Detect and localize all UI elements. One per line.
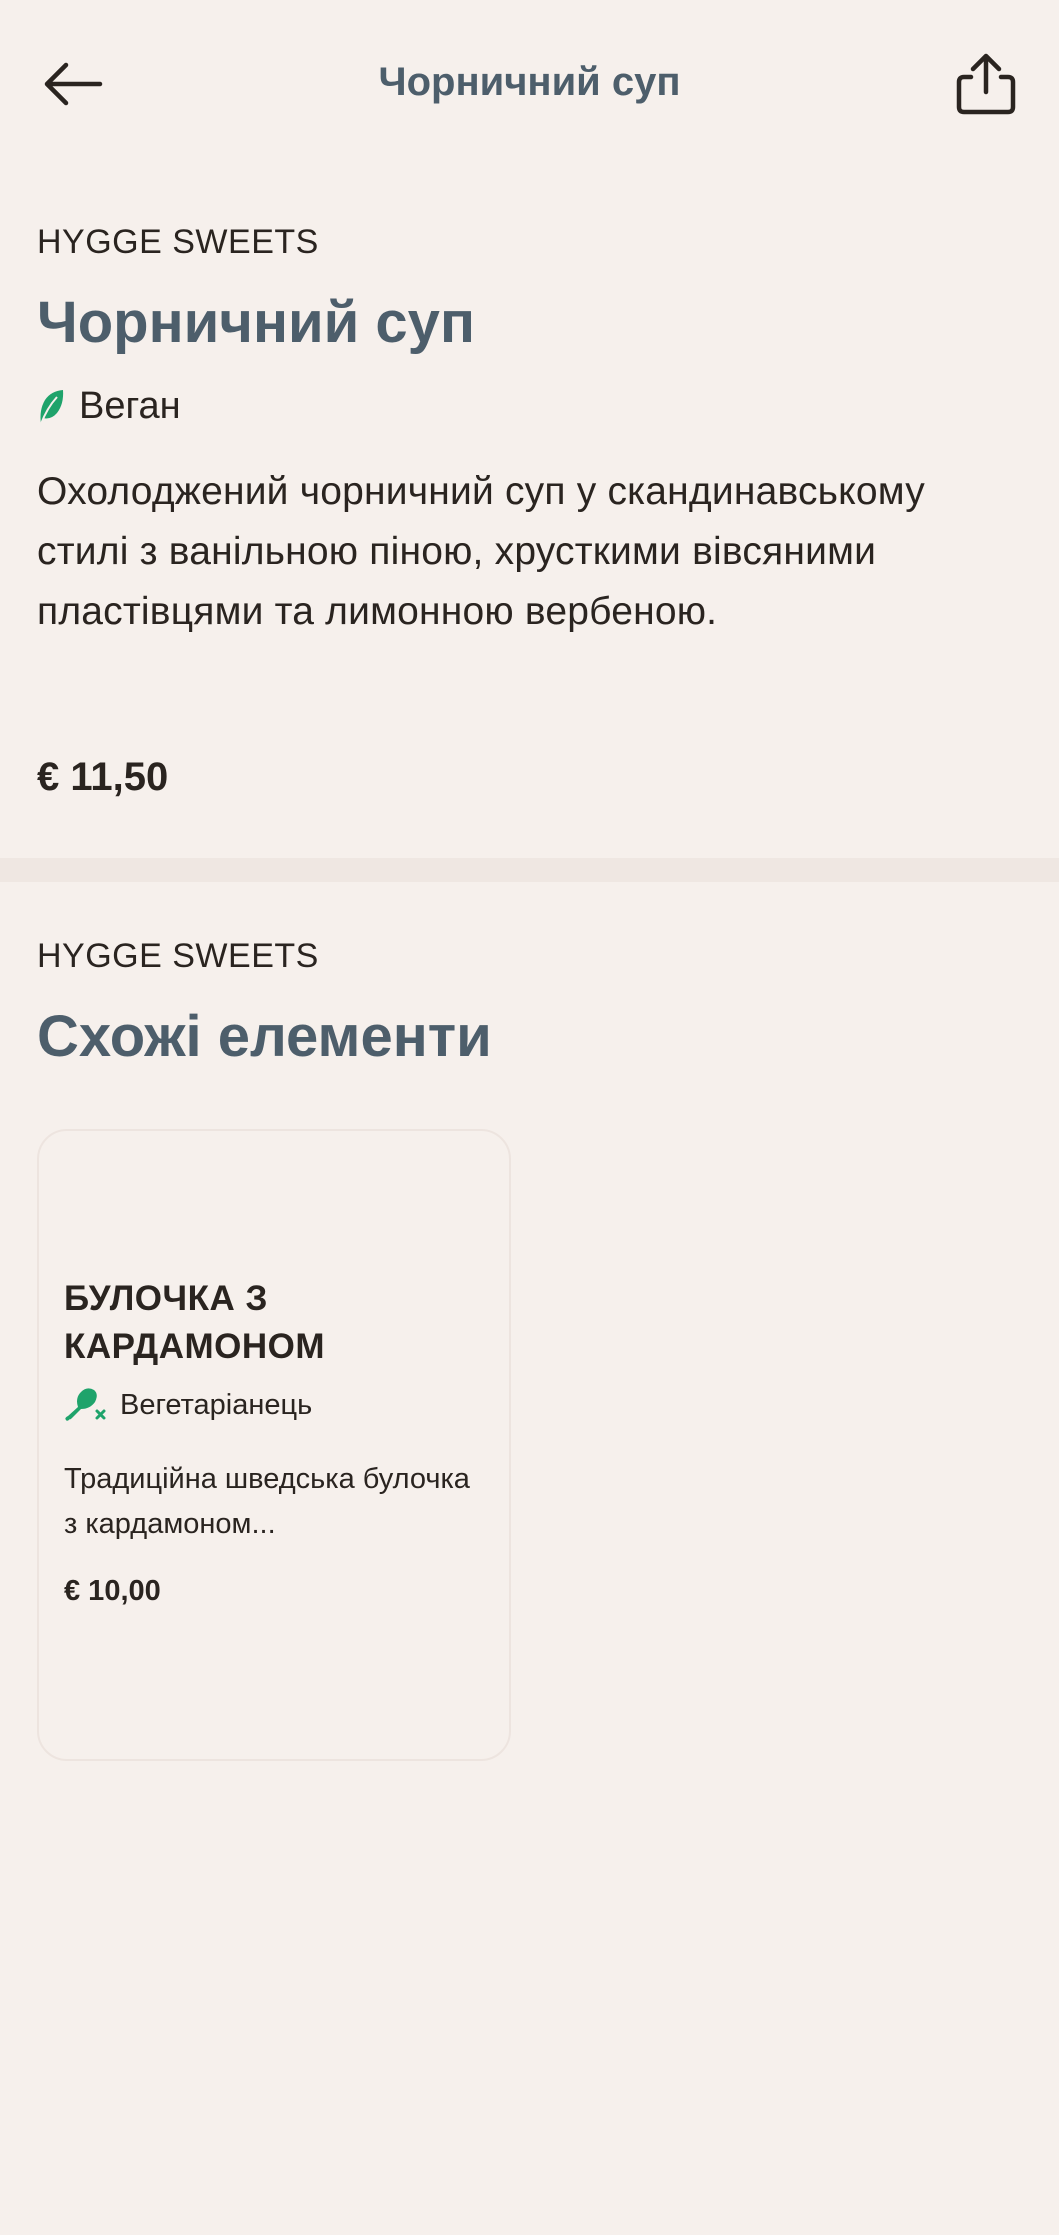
leaf-icon	[40, 389, 64, 424]
product-price: € 11,50	[37, 755, 169, 799]
diet-badge: Веган	[37, 385, 181, 428]
no-meat-icon	[65, 1388, 106, 1421]
product-description: Охолоджений чорничний суп у скандинавськ…	[37, 470, 925, 633]
similar-section-title: Схожі елементи	[37, 1004, 492, 1069]
product-page: Чорничний суп HYGGE SWEETS Чорничний суп…	[0, 0, 1059, 2235]
top-bar: Чорничний суп	[0, 0, 1059, 170]
similar-item-card[interactable]: БУЛОЧКА З КАРДАМОНОМ Вегетаріанець Тради…	[37, 1129, 511, 1761]
similar-item-price: € 10,00	[64, 1575, 161, 1607]
similar-brand: HYGGE SWEETS	[37, 937, 319, 975]
similar-item-description: Традиційна шведська булочка з кардамоном…	[64, 1463, 470, 1540]
similar-item-diet-badge: Вегетаріанець	[64, 1385, 312, 1425]
diet-label: Веган	[79, 385, 181, 427]
product-brand: HYGGE SWEETS	[37, 223, 319, 261]
arrow-left-icon	[44, 62, 103, 106]
back-button[interactable]	[28, 42, 118, 126]
section-divider	[0, 858, 1059, 882]
header-title: Чорничний суп	[378, 60, 681, 104]
share-icon	[956, 53, 1016, 115]
share-button[interactable]	[941, 42, 1031, 126]
similar-item-diet-label: Вегетаріанець	[120, 1388, 313, 1421]
product-title: Чорничний суп	[37, 290, 475, 355]
similar-item-title: БУЛОЧКА З КАРДАМОНОМ	[64, 1279, 326, 1366]
